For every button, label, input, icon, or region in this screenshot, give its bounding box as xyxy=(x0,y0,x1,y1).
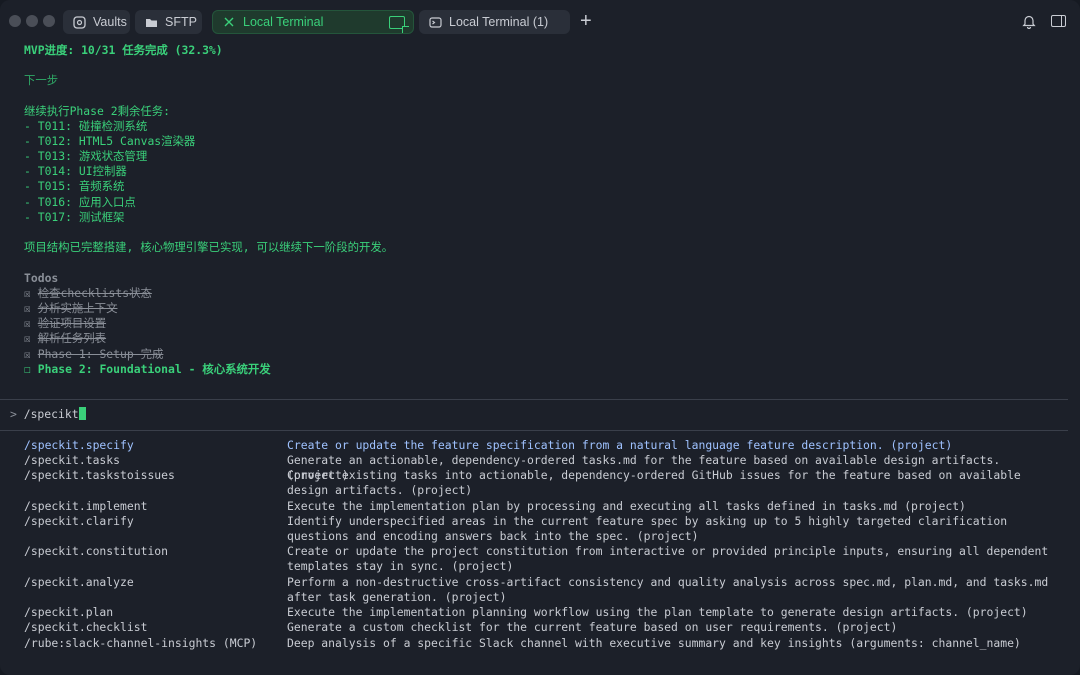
open-box-icon: ☐ xyxy=(24,362,31,376)
tab-label: Local Terminal xyxy=(243,15,324,29)
folder-icon xyxy=(144,15,158,29)
task-line: - T017: 测试框架 xyxy=(24,210,125,224)
command-name: /speckit.checklist xyxy=(24,620,148,634)
close-window-button[interactable] xyxy=(9,15,21,27)
command-name: /speckit.tasks xyxy=(24,453,121,467)
task-line: - T014: UI控制器 xyxy=(24,164,127,178)
todos-title: Todos xyxy=(24,271,59,285)
maximize-window-button[interactable] xyxy=(43,15,55,27)
command-description: Create or update the feature specificati… xyxy=(287,438,953,452)
command-name: /rube:slack-channel-insights (MCP) xyxy=(24,636,258,650)
tab-sftp[interactable]: SFTP xyxy=(135,10,202,34)
todo-item-done: ☒ Phase 1: Setup 完成 xyxy=(24,347,163,362)
task-line: - T016: 应用入口点 xyxy=(24,195,136,209)
checked-box-icon: ☒ xyxy=(24,286,31,300)
checked-box-icon: ☒ xyxy=(24,331,31,345)
tab-local-terminal[interactable]: Local Terminal xyxy=(212,10,414,34)
todo-item-current: ☐ Phase 2: Foundational - 核心系统开发 xyxy=(24,362,271,377)
terminal-icon xyxy=(428,15,442,29)
tab-vaults[interactable]: Vaults xyxy=(63,10,130,34)
mvp-progress: MVP进度: 10/31 任务完成 (32.3%) xyxy=(24,43,223,57)
title-bar: Vaults SFTP Local Terminal Local Termina… xyxy=(0,0,1080,44)
task-line: - T013: 游戏状态管理 xyxy=(24,149,148,163)
screenshot-icon[interactable] xyxy=(389,16,409,33)
tab-label: Local Terminal (1) xyxy=(449,15,549,29)
input-text: /specikt xyxy=(23,407,79,421)
command-description: Deep analysis of a specific Slack channe… xyxy=(287,636,1021,650)
checked-box-icon: ☒ xyxy=(24,301,31,315)
command-name: /speckit.plan xyxy=(24,605,114,619)
todo-label: 分析实施上下文 xyxy=(37,301,118,315)
command-description: Convert existing tasks into actionable, … xyxy=(287,468,1021,498)
todo-label: 验证项目设置 xyxy=(37,316,107,330)
checked-box-icon: ☒ xyxy=(24,347,31,361)
task-line: - T012: HTML5 Canvas渲染器 xyxy=(24,134,196,148)
terminal-window: Vaults SFTP Local Terminal Local Termina… xyxy=(0,0,1080,675)
bell-icon[interactable] xyxy=(1022,14,1036,33)
divider xyxy=(0,399,1068,400)
vault-icon xyxy=(72,15,86,29)
checked-box-icon: ☒ xyxy=(24,316,31,330)
divider xyxy=(0,430,1068,431)
task-line: - T015: 音频系统 xyxy=(24,179,125,193)
todo-item-done: ☒ 解析任务列表 xyxy=(24,331,106,346)
tab-local-terminal-1[interactable]: Local Terminal (1) xyxy=(419,10,570,34)
next-step-heading: 下一步 xyxy=(24,73,59,87)
command-description: Generate a custom checklist for the curr… xyxy=(287,620,898,634)
command-name: /speckit.specify xyxy=(24,438,134,452)
command-description: Execute the implementation planning work… xyxy=(287,605,1028,619)
command-name: /speckit.clarify xyxy=(24,514,134,528)
prompt-symbol: > xyxy=(10,407,17,421)
command-description: Identify underspecified areas in the cur… xyxy=(287,514,1008,544)
command-input[interactable]: > /specikt xyxy=(10,407,86,422)
summary-line: 项目结构已完整搭建, 核心物理引擎已实现, 可以继续下一阶段的开发。 xyxy=(24,240,394,254)
todo-item-done: ☒ 检查checklists状态 xyxy=(24,286,152,301)
todo-label: 检查checklists状态 xyxy=(37,286,152,300)
new-tab-button[interactable]: + xyxy=(580,11,592,31)
task-line: - T011: 碰撞检测系统 xyxy=(24,119,148,133)
todo-label: 解析任务列表 xyxy=(37,331,107,345)
command-name: /speckit.implement xyxy=(24,499,148,513)
todo-label: Phase 1: Setup 完成 xyxy=(37,347,164,361)
text-cursor xyxy=(78,407,86,420)
minimize-window-button[interactable] xyxy=(26,15,38,27)
close-tab-icon[interactable] xyxy=(222,15,236,29)
todo-label: Phase 2: Foundational - 核心系统开发 xyxy=(37,362,271,376)
sidebar-toggle-icon[interactable] xyxy=(1051,15,1066,27)
tab-label: SFTP xyxy=(165,15,197,29)
todo-item-done: ☒ 分析实施上下文 xyxy=(24,301,117,316)
command-name: /speckit.taskstoissues xyxy=(24,468,175,482)
command-description: Perform a non-destructive cross-artifact… xyxy=(287,575,1049,605)
command-description: Create or update the project constitutio… xyxy=(287,544,1049,574)
command-name: /speckit.analyze xyxy=(24,575,134,589)
command-description: Execute the implementation plan by proce… xyxy=(287,499,966,513)
continue-heading: 继续执行Phase 2剩余任务: xyxy=(24,104,170,118)
todo-item-done: ☒ 验证项目设置 xyxy=(24,316,106,331)
command-name: /speckit.constitution xyxy=(24,544,169,558)
tab-label: Vaults xyxy=(93,15,127,29)
